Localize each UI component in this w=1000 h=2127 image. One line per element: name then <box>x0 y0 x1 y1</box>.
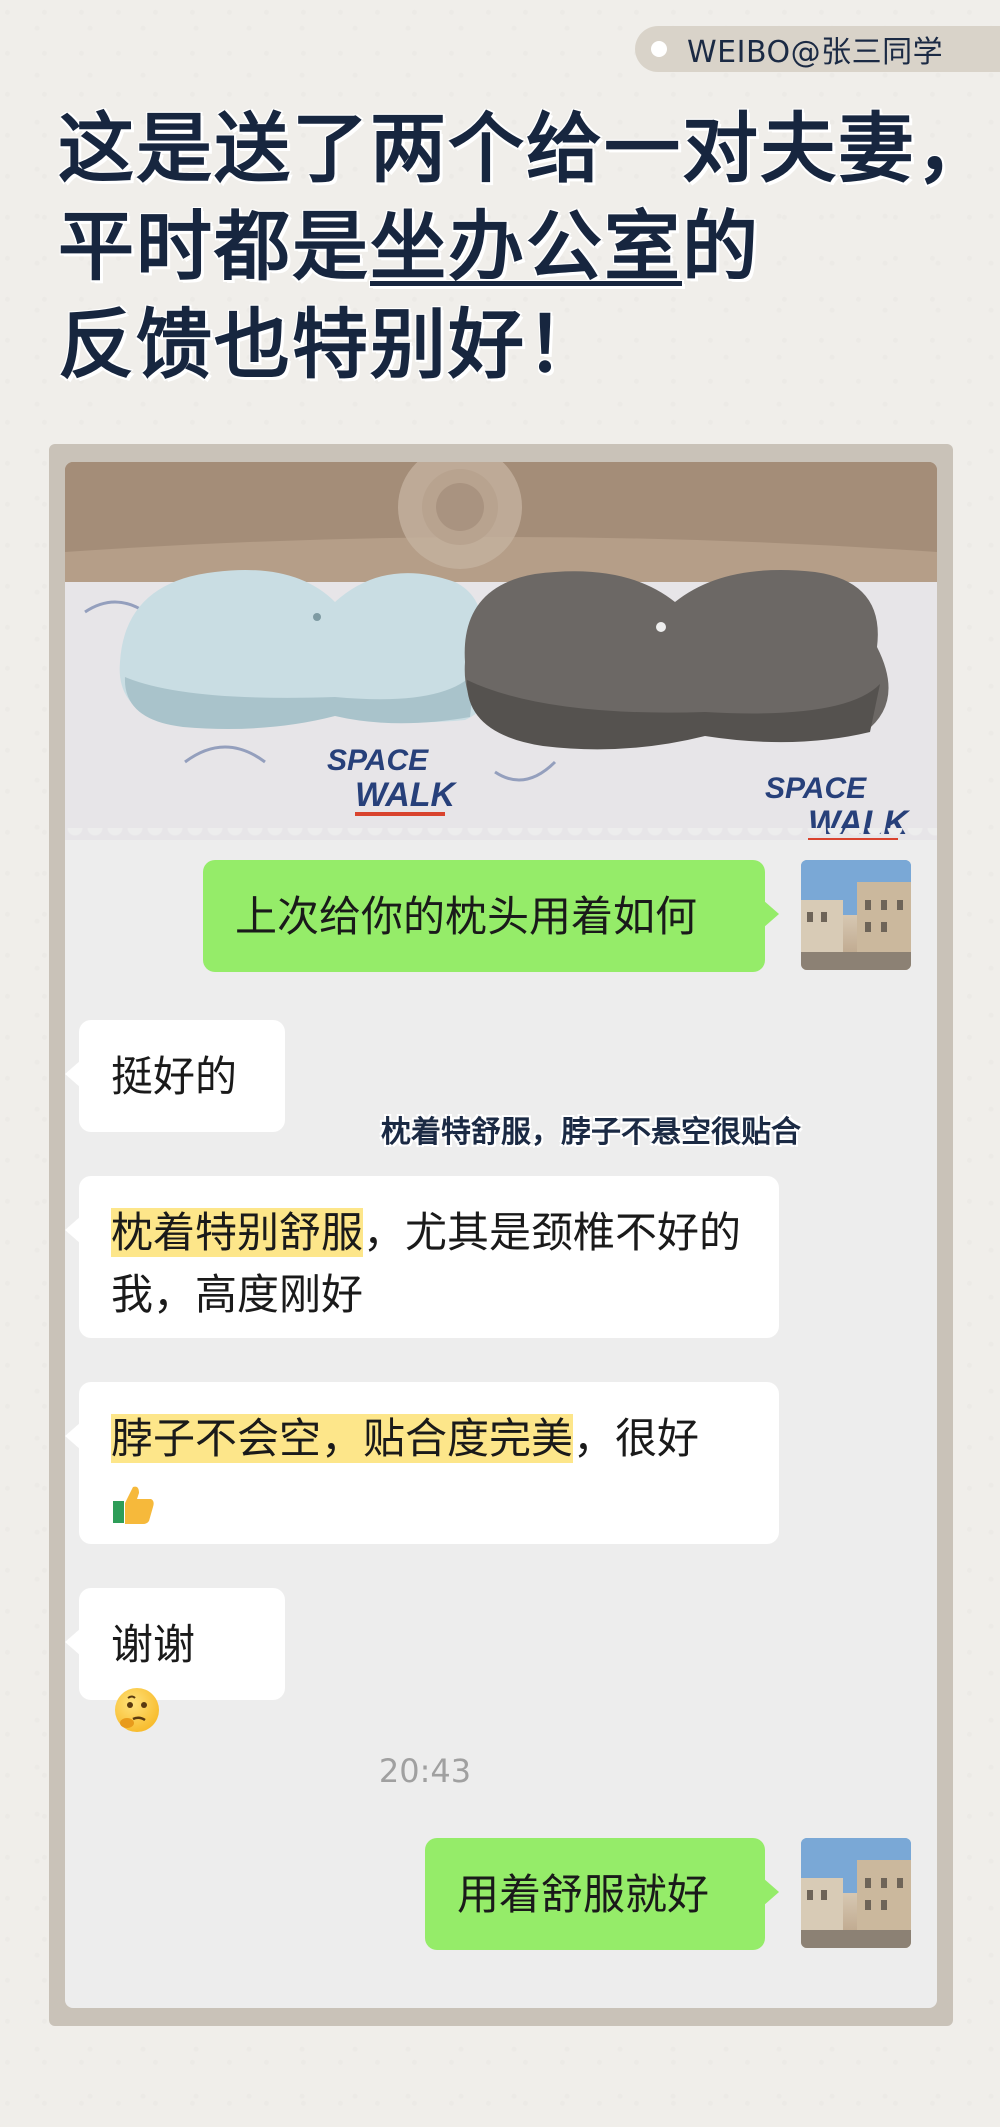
watermark-text: WEIBO@张三同学 <box>687 35 944 70</box>
pillow-photo: SPACE WALK SPACE WALK <box>65 462 937 840</box>
dot-icon <box>651 41 667 57</box>
message-bubble-sent[interactable]: 上次给你的枕头用着如何 <box>203 860 779 972</box>
timestamp: 20:43 <box>378 1752 472 1790</box>
headline-line-2-pre: 平时都是 <box>58 202 370 291</box>
avatar[interactable] <box>801 860 911 970</box>
watermark-pill: WEIBO@张三同学 <box>635 26 1000 72</box>
message-bubble-sent[interactable]: 用着舒服就好 <box>425 1838 779 1950</box>
message-bubble-received[interactable]: 谢谢 <box>65 1588 285 1732</box>
print-text-3: SPACE <box>765 772 867 805</box>
print-text-1: SPACE <box>327 744 429 777</box>
message-bubble-received[interactable]: 挺好的 <box>65 1020 285 1132</box>
message-bubble-received[interactable]: 脖子不会空，贴合度完美，很好 <box>65 1382 779 1544</box>
avatar-image <box>801 1838 911 1948</box>
print-text-2: WALK <box>355 776 458 814</box>
avatar[interactable] <box>801 1838 911 1948</box>
headline: 这是送了两个给一对夫妻， 平时都是坐办公室的 反馈也特别好！ <box>58 100 994 394</box>
headline-line-2-post: 的 <box>682 202 760 291</box>
highlighted-text: 脖子不会空，贴合度完美 <box>111 1414 574 1463</box>
message-text: 上次给你的枕头用着如何 <box>235 892 698 941</box>
pillow-photo-illustration: SPACE WALK SPACE WALK <box>65 462 937 840</box>
headline-line-1: 这是送了两个给一对夫妻， <box>58 104 994 193</box>
headline-line-2: 平时都是坐办公室的 <box>58 198 958 296</box>
message-text: 谢谢 <box>111 1620 196 1669</box>
headline-line-3: 反馈也特别好！ <box>58 300 604 389</box>
thumbs-up-icon <box>111 1481 157 1527</box>
headline-underlined-text: 坐办公室 <box>370 202 682 291</box>
message-text: 挺好的 <box>111 1052 238 1101</box>
chat-screen: SPACE WALK SPACE WALK 上次给你的枕头用着如何 挺好的 枕着… <box>65 462 937 2008</box>
highlighted-text: 枕着特别舒服 <box>111 1208 364 1257</box>
message-text: ，很好 <box>573 1414 700 1463</box>
annotation-text: 枕着特舒服，脖子不悬空很贴合 <box>381 1115 801 1150</box>
message-bubble-received[interactable]: 枕着特别舒服，尤其是颈椎不好的我，高度刚好 <box>65 1176 779 1338</box>
message-text: 用着舒服就好 <box>457 1870 710 1919</box>
chat-card: SPACE WALK SPACE WALK 上次给你的枕头用着如何 挺好的 枕着… <box>49 444 953 2026</box>
thinking-face-icon <box>115 1687 159 1732</box>
photo-torn-edge <box>65 828 937 840</box>
avatar-image <box>801 860 911 970</box>
